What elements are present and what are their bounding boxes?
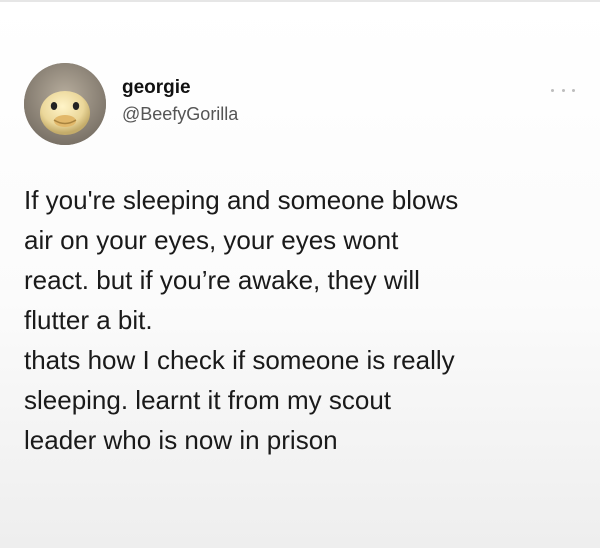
tweet-text-line: leader who is now in prison: [24, 425, 338, 455]
tweet-text-line: flutter a bit.: [24, 305, 153, 335]
dot: [572, 88, 575, 92]
top-divider: [0, 0, 600, 2]
tweet-text: If you're sleeping and someone blows air…: [24, 180, 584, 460]
tweet-text-line: air on your eyes, your eyes wont: [24, 225, 399, 255]
tweet-text-line: sleeping. learnt it from my scout: [24, 385, 392, 415]
tweet-text-line: thats how I check if someone is really: [24, 345, 455, 375]
user-handle[interactable]: @BeefyGorilla: [122, 102, 238, 126]
user-info: georgie @BeefyGorilla: [122, 77, 238, 126]
more-dots-icon[interactable]: [551, 84, 575, 96]
dot: [551, 88, 554, 92]
tweet-text-line: react. but if you’re awake, they will: [24, 265, 420, 295]
tweet-card: georgie @BeefyGorilla If you're sleeping…: [0, 0, 600, 548]
dot: [561, 88, 565, 92]
tweet-header: georgie @BeefyGorilla: [24, 63, 238, 145]
display-name[interactable]: georgie: [122, 76, 238, 100]
duck-avatar-icon[interactable]: [24, 63, 106, 145]
tweet-text-line: If you're sleeping and someone blows: [24, 185, 459, 215]
